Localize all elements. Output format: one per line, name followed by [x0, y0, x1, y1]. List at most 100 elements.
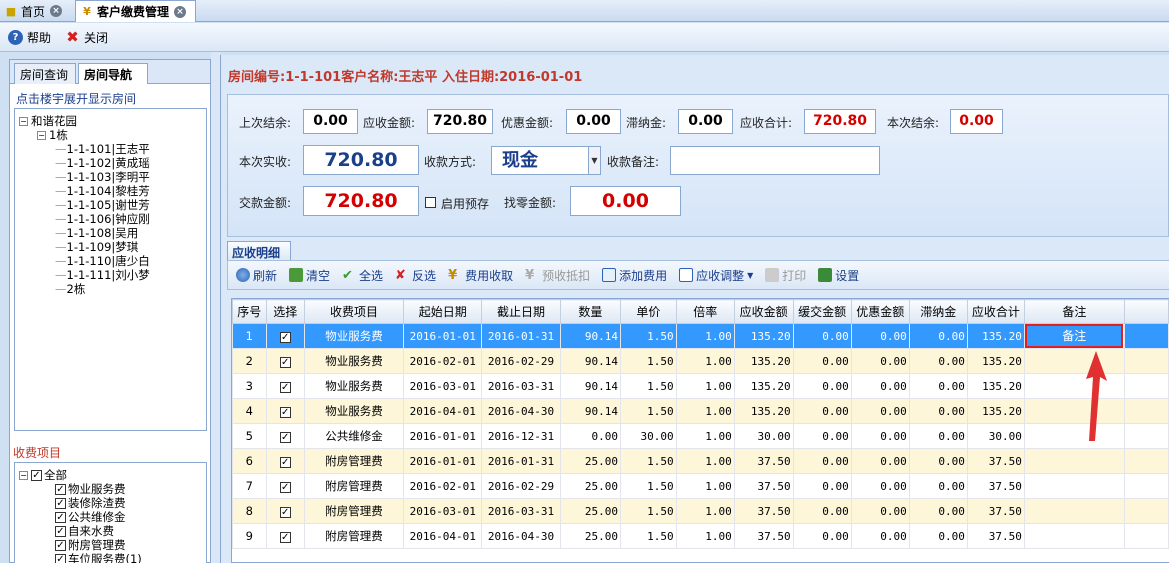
fee-item[interactable]: ✓ 车位服务费(1) — [55, 552, 142, 563]
column-header[interactable]: 单价 — [620, 299, 677, 324]
row-checkbox[interactable]: ✓ — [279, 332, 291, 343]
adjust-button[interactable]: 应收调整 ▼ — [679, 267, 753, 284]
fee-checkbox[interactable]: ✓ — [55, 512, 66, 523]
table-row[interactable]: 8 ✓ 附房管理费 2016-03-01 2016-03-31 25.00 1.50 1.00… — [232, 498, 1169, 524]
prepay-offset-button[interactable]: ¥ 预收抵扣 — [525, 267, 590, 284]
this-balance-field[interactable]: 0.00 — [950, 109, 1003, 134]
payment-method-select[interactable]: 现金 ▼ — [491, 146, 601, 175]
row-checkbox[interactable]: ✓ — [279, 482, 291, 493]
fee-item[interactable]: ✓ 公共维修金 — [55, 510, 126, 524]
tree-node-room[interactable]: —1-1-104|黎桂芳 — [55, 184, 150, 198]
collapse-icon[interactable]: − — [37, 131, 46, 140]
column-header[interactable]: 应收金额 — [733, 299, 794, 324]
add-fee-button[interactable]: 添加费用 — [602, 267, 667, 284]
row-checkbox[interactable]: ✓ — [279, 457, 291, 468]
tree-node-room[interactable]: —1-1-105|谢世芳 — [55, 198, 150, 212]
received-field[interactable]: 720.80 — [303, 145, 419, 175]
due-field[interactable]: 720.80 — [427, 109, 493, 134]
discount-field[interactable]: 0.00 — [566, 109, 621, 134]
table-row[interactable]: 2 ✓ 物业服务费 2016-02-01 2016-02-29 90.14 1.50 1.00… — [232, 348, 1169, 374]
collapse-icon[interactable]: − — [19, 117, 28, 126]
row-checkbox[interactable]: ✓ — [279, 382, 291, 393]
table-row[interactable]: 9 ✓ 附房管理费 2016-04-01 2016-04-30 25.00 1.50 1.00… — [232, 523, 1169, 549]
collapse-icon[interactable]: − — [19, 471, 28, 480]
tab-room-query[interactable]: 房间查询 — [14, 63, 76, 84]
column-header[interactable]: 备注 — [1023, 299, 1125, 324]
tree-node-room[interactable]: —1-1-108|吴用 — [55, 226, 138, 240]
tree-node-room[interactable]: —1-1-103|李明平 — [55, 170, 150, 184]
last-balance-field[interactable]: 0.00 — [303, 109, 358, 134]
tree-node-room[interactable]: —1-1-111|刘小梦 — [55, 268, 150, 282]
fee-checkbox[interactable]: ✓ — [55, 498, 66, 509]
total-field[interactable]: 720.80 — [804, 109, 876, 134]
fee-item[interactable]: ✓ 装修除渣费 — [55, 496, 126, 510]
row-checkbox[interactable]: ✓ — [279, 532, 291, 543]
tree-node-root[interactable]: − 和谐花园 — [19, 114, 77, 128]
clear-button[interactable]: 清空 — [289, 267, 330, 284]
fee-checkbox[interactable]: ✓ — [55, 554, 66, 563]
column-header[interactable]: 收费项目 — [303, 299, 405, 324]
column-header[interactable]: 优惠金额 — [850, 299, 910, 324]
dropdown-arrow-icon[interactable]: ▼ — [747, 271, 753, 280]
tree-node-room[interactable]: —1-1-109|梦琪 — [55, 240, 138, 254]
table-cell: 1.00 — [675, 498, 735, 524]
tree-root-label: 和谐花园 — [31, 114, 77, 128]
table-row[interactable]: 1 ✓ 物业服务费 2016-01-01 2016-01-31 90.14 1.50 1.00… — [232, 323, 1169, 349]
column-header[interactable]: 数量 — [559, 299, 622, 324]
fee-checkbox[interactable]: ✓ — [55, 526, 66, 537]
change-field[interactable]: 0.00 — [570, 186, 681, 216]
print-button[interactable]: 打印 — [765, 267, 806, 284]
help-button[interactable]: ? 帮助 — [8, 29, 51, 46]
row-checkbox[interactable]: ✓ — [279, 407, 291, 418]
fee-checkbox[interactable]: ✓ — [55, 540, 66, 551]
table-row[interactable]: 7 ✓ 附房管理费 2016-02-01 2016-02-29 25.00 1.50 1.00… — [232, 473, 1169, 499]
fee-item-all[interactable]: − ✓ 全部 — [19, 468, 67, 482]
payment-remark-field[interactable] — [670, 146, 880, 175]
fee-item[interactable]: ✓ 物业服务费 — [55, 482, 126, 496]
refresh-button[interactable]: 刷新 — [236, 267, 277, 284]
row-checkbox[interactable]: ✓ — [279, 357, 291, 368]
column-header[interactable]: 截止日期 — [481, 299, 561, 324]
tree-node-building2[interactable]: —2栋 — [55, 282, 85, 296]
column-header[interactable]: 缓交金额 — [792, 299, 852, 324]
close-tab-icon[interactable]: × — [174, 5, 187, 18]
row-checkbox[interactable]: ✓ — [279, 432, 291, 443]
collect-fee-button[interactable]: ¥ 费用收取 — [448, 267, 513, 284]
fee-checkbox[interactable]: ✓ — [55, 484, 66, 495]
table-row[interactable]: 6 ✓ 附房管理费 2016-01-01 2016-01-31 25.00 1.50 1.00… — [232, 448, 1169, 474]
column-header[interactable]: 起始日期 — [403, 299, 483, 324]
tab-customer-payment[interactable]: ¥ 客户缴费管理 × — [75, 0, 196, 22]
left-panel: 房间查询 房间导航 点击楼宇展开显示房间 − 和谐花园 −1栋 —1-1-101|… — [9, 59, 211, 563]
close-button[interactable]: ✖ 关闭 — [65, 28, 108, 46]
fee-item[interactable]: ✓ 自来水费 — [55, 524, 114, 538]
dropdown-arrow-icon[interactable]: ▼ — [588, 147, 600, 174]
tab-room-nav[interactable]: 房间导航 — [78, 63, 148, 84]
close-tab-icon[interactable]: × — [50, 5, 63, 17]
pay-amount-field[interactable]: 720.80 — [303, 186, 419, 216]
tree-node-building1[interactable]: −1栋 — [37, 128, 68, 142]
select-cell: ✓ — [265, 473, 305, 499]
tree-node-room[interactable]: —1-1-110|唐少白 — [55, 254, 150, 268]
table-row[interactable]: 5 ✓ 公共维修金 2016-01-01 2016-12-31 0.00 30.00 1.00… — [232, 423, 1169, 449]
tree-node-room[interactable]: —1-1-101|王志平 — [55, 142, 150, 156]
note-button[interactable]: 备注 — [1025, 324, 1124, 348]
table-row[interactable]: 4 ✓ 物业服务费 2016-04-01 2016-04-30 90.14 1.50 1.00… — [232, 398, 1169, 424]
column-header[interactable]: 倍率 — [675, 299, 735, 324]
fee-item[interactable]: ✓ 附房管理费 — [55, 538, 126, 552]
fee-checkbox[interactable]: ✓ — [31, 470, 42, 481]
panel-splitter[interactable] — [211, 52, 220, 563]
invert-selection-button[interactable]: ✘ 反选 — [395, 267, 436, 284]
column-header[interactable]: 应收合计 — [966, 299, 1025, 324]
late-fee-field[interactable]: 0.00 — [678, 109, 733, 134]
prepay-checkbox[interactable] — [425, 197, 436, 208]
table-row[interactable]: 3 ✓ 物业服务费 2016-03-01 2016-03-31 90.14 1.50 1.00… — [232, 373, 1169, 399]
select-all-button[interactable]: ✔ 全选 — [342, 267, 383, 284]
tree-node-room[interactable]: —1-1-106|钟应刚 — [55, 212, 150, 226]
column-header[interactable]: 选择 — [265, 299, 305, 324]
column-header[interactable]: 滞纳金 — [908, 299, 968, 324]
column-header[interactable]: 序号 — [232, 299, 267, 324]
row-checkbox[interactable]: ✓ — [279, 507, 291, 518]
tab-home[interactable]: ■ 首页 × — [0, 0, 72, 22]
tree-node-room[interactable]: —1-1-102|黄成瑶 — [55, 156, 150, 170]
settings-button[interactable]: 设置 — [818, 267, 859, 284]
